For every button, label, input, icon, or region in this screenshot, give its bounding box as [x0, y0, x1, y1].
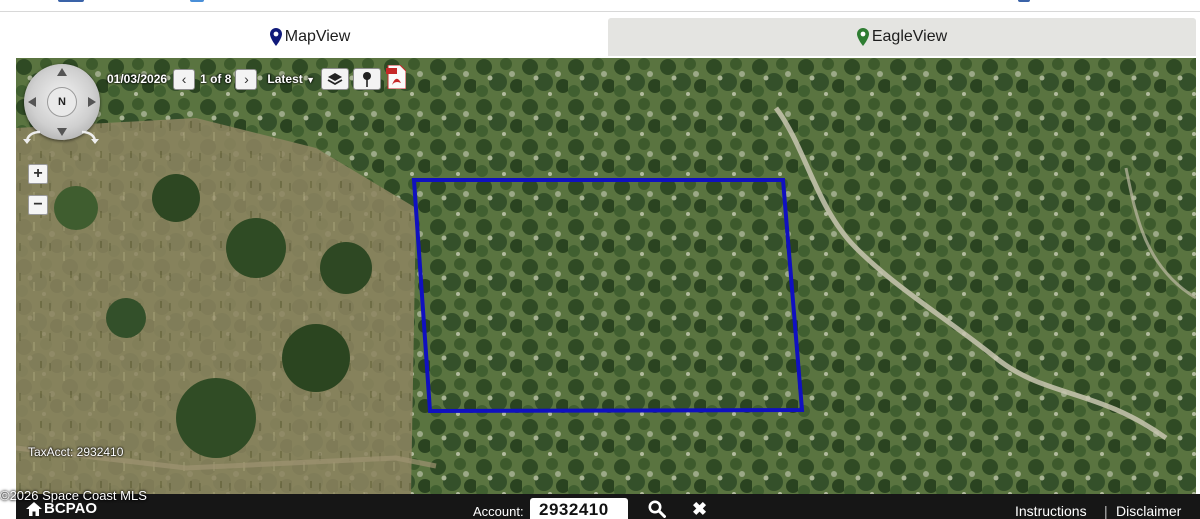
- pdf-icon: [386, 64, 407, 89]
- image-date: 01/03/2026: [107, 72, 168, 86]
- zoom-out-button[interactable]: −: [28, 195, 48, 215]
- image-position: 1 of 8: [200, 72, 232, 86]
- close-icon[interactable]: ✖: [692, 499, 707, 519]
- caret-down-icon: ▼: [306, 75, 316, 85]
- rotate-left-icon[interactable]: [22, 128, 44, 146]
- disclaimer-link[interactable]: Disclaimer: [1116, 503, 1181, 519]
- latest-dropdown-label: Latest: [267, 72, 303, 86]
- tab-mapview-label: MapView: [284, 28, 351, 45]
- tab-eagleview[interactable]: EagleView: [608, 18, 1196, 56]
- tab-eagleview-label: EagleView: [871, 28, 948, 45]
- page: MapView EagleView N + − 01/03/2026 ‹ 1 o…: [0, 0, 1200, 519]
- aerial-imagery: [16, 58, 1196, 494]
- bottom-bar: BCPAO Account: 2932410 ✖ Instructions | …: [16, 494, 1200, 519]
- pan-south-icon[interactable]: [57, 128, 67, 136]
- link-separator: |: [1104, 503, 1108, 519]
- pan-east-icon[interactable]: [88, 97, 96, 107]
- pin-icon: [363, 72, 372, 87]
- account-input[interactable]: 2932410: [530, 498, 628, 519]
- map-pin-icon: [856, 28, 869, 46]
- pdf-button[interactable]: [386, 64, 407, 94]
- imagery-toolbar: 01/03/2026 ‹ 1 of 8 › Latest ▼: [107, 64, 407, 90]
- pan-west-icon[interactable]: [28, 97, 36, 107]
- view-tabs: MapView EagleView: [12, 18, 1196, 56]
- pan-north-icon[interactable]: [57, 68, 67, 76]
- map-pin-icon: [269, 28, 282, 46]
- account-label: Account:: [473, 504, 524, 519]
- latest-dropdown[interactable]: Latest ▼: [267, 72, 315, 86]
- home-icon: [26, 501, 42, 516]
- tab-mapview[interactable]: MapView: [12, 18, 608, 56]
- previous-image-button[interactable]: ‹: [173, 68, 196, 90]
- copyright-watermark: ©2026 Space Coast MLS: [0, 488, 147, 503]
- parcel-tax-account-label: TaxAcct: 2932410: [28, 445, 124, 459]
- chevron-left-icon: ‹: [181, 71, 187, 87]
- search-icon[interactable]: [648, 500, 666, 518]
- layers-button[interactable]: [321, 68, 350, 90]
- chevron-right-icon: ›: [244, 71, 249, 87]
- next-image-button[interactable]: ›: [235, 68, 258, 90]
- compass-north-label: N: [47, 87, 77, 117]
- pin-button[interactable]: [353, 68, 382, 90]
- top-nav-strip: [0, 0, 1200, 12]
- layers-icon: [327, 73, 343, 86]
- aerial-map-viewer[interactable]: N + − 01/03/2026 ‹ 1 of 8 › Latest ▼ Tax…: [16, 58, 1196, 494]
- instructions-link[interactable]: Instructions: [1015, 503, 1087, 519]
- rotate-right-icon[interactable]: [78, 128, 100, 146]
- zoom-in-button[interactable]: +: [28, 164, 48, 184]
